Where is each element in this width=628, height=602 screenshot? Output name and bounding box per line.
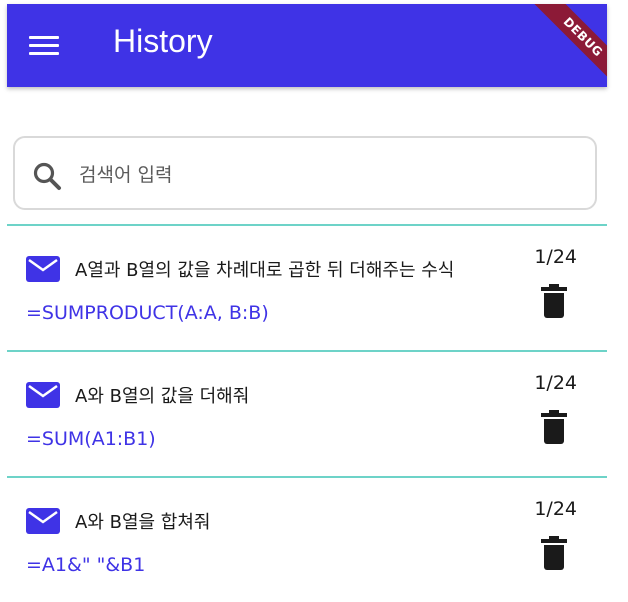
history-item[interactable]: A와 B열을 합쳐줘 =A1&" "&B1 1/24: [7, 478, 607, 602]
history-description: A와 B열의 값을 더해줘: [75, 386, 250, 407]
history-formula: =A1&" "&B1: [26, 554, 146, 576]
mail-icon: [26, 508, 60, 534]
history-formula: =SUM(A1:B1): [26, 428, 156, 450]
mail-icon: [26, 382, 60, 408]
trash-icon[interactable]: [541, 536, 567, 570]
history-description: A열과 B열의 값을 차례대로 곱한 뒤 더해주는 수식: [75, 260, 455, 281]
history-date: 1/24: [534, 372, 577, 394]
trash-icon[interactable]: [541, 410, 567, 444]
menu-icon[interactable]: [29, 34, 61, 58]
mail-icon: [26, 256, 60, 282]
app-bar: History DEBUG: [7, 4, 607, 87]
history-date: 1/24: [534, 246, 577, 268]
page-title: History: [113, 23, 213, 59]
trash-icon[interactable]: [541, 284, 567, 318]
debug-banner: DEBUG: [532, 4, 607, 87]
history-description: A와 B열을 합쳐줘: [75, 512, 211, 533]
history-item[interactable]: A와 B열의 값을 더해줘 =SUM(A1:B1) 1/24: [7, 352, 607, 476]
history-item[interactable]: A열과 B열의 값을 차례대로 곱한 뒤 더해주는 수식 =SUMPRODUCT…: [7, 226, 607, 350]
history-date: 1/24: [534, 498, 577, 520]
search-input[interactable]: [77, 156, 581, 194]
search-bar[interactable]: [13, 136, 597, 210]
history-formula: =SUMPRODUCT(A:A, B:B): [26, 302, 269, 324]
search-icon: [33, 162, 61, 190]
